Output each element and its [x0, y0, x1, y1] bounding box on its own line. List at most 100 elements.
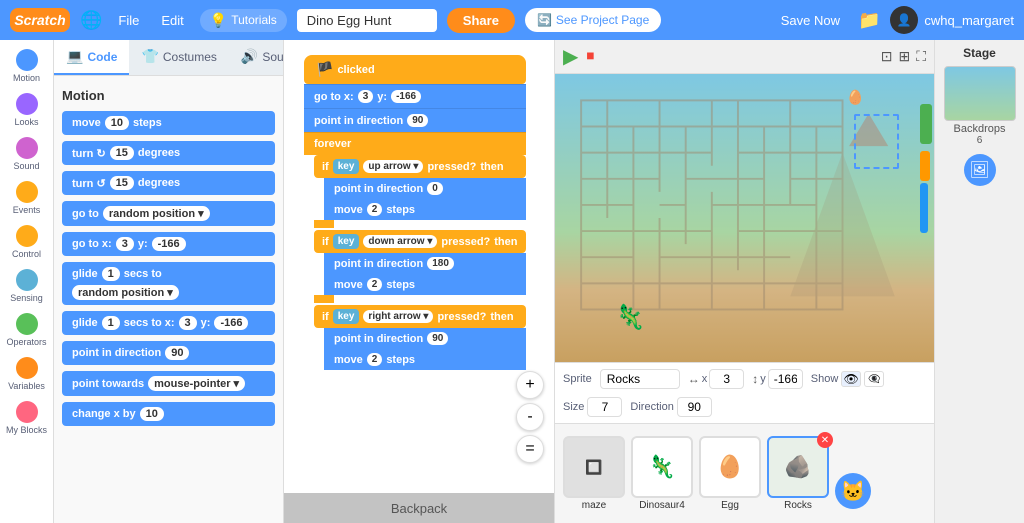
block-if-right[interactable]: if key right arrow ▾ pressed? then — [314, 305, 526, 328]
play-button[interactable]: ▶ — [563, 44, 578, 69]
block-glide-random[interactable]: glide 1 secs to random position ▾ — [62, 262, 275, 305]
sprite-item-rocks[interactable]: 🪨 ✕ Rocks — [767, 436, 829, 511]
looks-label: Looks — [14, 117, 38, 127]
backpack-bar[interactable]: Backpack — [284, 493, 554, 523]
sprite-item-maze[interactable]: 🔲 maze — [563, 436, 625, 511]
block-if-down[interactable]: if key down arrow ▾ pressed? then — [314, 230, 526, 253]
globe-icon[interactable]: 🌐 — [80, 10, 102, 31]
block-point-0[interactable]: point in direction 0 — [324, 178, 526, 199]
section-title: Motion — [62, 88, 275, 103]
show-label: Show — [811, 373, 839, 385]
dino-sprite: 🦎 — [615, 303, 645, 332]
block-goto-xy-script[interactable]: go to x: 3 y: -166 — [304, 84, 526, 108]
zoom-fit-button[interactable]: = — [516, 435, 544, 463]
sprite-label-maze: maze — [582, 500, 606, 511]
block-if-up[interactable]: if key up arrow ▾ pressed? then — [314, 155, 526, 178]
fullscreen-button[interactable]: ⛶ — [916, 48, 926, 65]
sprite-x-coord: ↔ x — [688, 369, 745, 389]
block-change-x[interactable]: change x by 10 — [62, 402, 275, 426]
y-value-input[interactable] — [768, 369, 803, 389]
zoom-out-button[interactable]: - — [516, 403, 544, 431]
add-backdrop-button[interactable]: 🖼 — [964, 154, 996, 186]
block-move[interactable]: move 10 steps — [62, 111, 275, 135]
sidebar-item-sensing[interactable]: Sensing — [1, 265, 53, 307]
variables-dot — [16, 357, 38, 379]
block-point-towards[interactable]: point towards mouse-pointer ▾ — [62, 371, 275, 396]
sidebar-item-events[interactable]: Events — [1, 177, 53, 219]
save-button[interactable]: Save Now — [781, 13, 840, 28]
events-dot — [16, 181, 38, 203]
events-label: Events — [13, 205, 41, 215]
stage-label: Stage — [963, 46, 996, 60]
show-hidden-button[interactable]: 👁‍🗨 — [864, 371, 884, 387]
folder-icon[interactable]: 📁 — [858, 10, 880, 31]
block-glide-xy[interactable]: glide 1 secs to x: 3 y: -166 — [62, 311, 275, 335]
stage-backdrop-thumbnail[interactable] — [944, 66, 1016, 121]
edit-menu[interactable]: Edit — [155, 11, 189, 30]
selection-box — [854, 114, 899, 169]
sprite-list: 🔲 maze 🦎 Dinosaur4 🥚 Egg 🪨 ✕ — [555, 423, 934, 523]
add-sprite-button[interactable]: 🐱 — [835, 473, 871, 509]
share-button[interactable]: Share — [447, 8, 515, 33]
sidebar-item-operators[interactable]: Operators — [1, 309, 53, 351]
sprite-img-maze: 🔲 — [563, 436, 625, 498]
block-goto-xy[interactable]: go to x: 3 y: -166 — [62, 232, 275, 256]
sprite-item-egg[interactable]: 🥚 Egg — [699, 436, 761, 511]
sidebar-item-variables[interactable]: Variables — [1, 353, 53, 395]
script-area: ☁ 🏴 clicked go to x: 3 y: -166 point in … — [284, 40, 554, 523]
sidebar-item-motion[interactable]: Motion — [1, 45, 53, 87]
variables-label: Variables — [8, 381, 45, 391]
block-move-2-up[interactable]: move 2 steps — [324, 199, 526, 220]
avatar: 👤 — [890, 6, 918, 34]
sprite-item-dinosaur4[interactable]: 🦎 Dinosaur4 — [631, 436, 693, 511]
block-when-flag-clicked[interactable]: 🏴 clicked — [304, 55, 526, 84]
sidebar-item-control[interactable]: Control — [1, 221, 53, 263]
operators-dot — [16, 313, 38, 335]
see-project-button[interactable]: 🔄 See Project Page — [525, 8, 661, 32]
sidebar-item-sound[interactable]: Sound — [1, 133, 53, 175]
project-name-input[interactable] — [297, 9, 437, 32]
small-stage-button[interactable]: ⊡ — [881, 48, 893, 65]
x-label: x — [702, 373, 708, 385]
code-panel: 💻 Code 👕 Costumes 🔊 Sounds Motion move 1… — [54, 40, 284, 523]
tab-code[interactable]: 💻 Code — [54, 40, 129, 75]
sidebar-item-myblocks[interactable]: My Blocks — [1, 397, 53, 439]
sprite-img-egg: 🥚 — [699, 436, 761, 498]
sprite-y-coord: ↕ y — [752, 369, 803, 389]
block-point-90[interactable]: point in direction 90 — [324, 328, 526, 349]
block-point-direction-script[interactable]: point in direction 90 — [304, 108, 526, 132]
block-forever[interactable]: forever — [304, 132, 526, 155]
block-point-direction[interactable]: point in direction 90 — [62, 341, 275, 365]
tutorials-btn[interactable]: 💡 Tutorials — [200, 9, 287, 32]
blocks-list: Motion move 10 steps turn ↻ 15 degrees t… — [54, 76, 283, 523]
script-group-main: 🏴 clicked go to x: 3 y: -166 point in di… — [304, 55, 526, 370]
tutorials-icon: 💡 — [210, 12, 227, 29]
stage-decorations — [920, 104, 932, 233]
x-value-input[interactable] — [709, 369, 744, 389]
see-project-label: See Project Page — [556, 13, 649, 27]
block-point-180[interactable]: point in direction 180 — [324, 253, 526, 274]
block-goto-random[interactable]: go to random position ▾ — [62, 201, 275, 226]
tab-costumes[interactable]: 👕 Costumes — [129, 40, 228, 75]
tab-costumes-label: Costumes — [163, 50, 217, 64]
scratch-logo[interactable]: Scratch — [10, 8, 70, 32]
user-menu[interactable]: 👤 cwhq_margaret — [890, 6, 1014, 34]
show-visible-button[interactable]: 👁 — [841, 371, 861, 387]
block-move-2-right[interactable]: move 2 steps — [324, 349, 526, 370]
myblocks-dot — [16, 401, 38, 423]
scratch-logo-text: Scratch — [14, 12, 65, 28]
zoom-in-button[interactable]: + — [516, 371, 544, 399]
stop-button[interactable]: ⏹ — [586, 48, 594, 66]
large-stage-button[interactable]: ⊞ — [898, 48, 910, 65]
block-turn-right[interactable]: turn ↻ 15 degrees — [62, 141, 275, 165]
direction-input[interactable] — [677, 397, 712, 417]
block-turn-left[interactable]: turn ↺ 15 degrees — [62, 171, 275, 195]
size-input[interactable] — [587, 397, 622, 417]
sidebar-item-looks[interactable]: Looks — [1, 89, 53, 131]
zoom-controls: + - = — [516, 371, 544, 463]
file-menu[interactable]: File — [112, 11, 145, 30]
sprite-delete-rocks[interactable]: ✕ — [817, 432, 833, 448]
block-move-2-down[interactable]: move 2 steps — [324, 274, 526, 295]
sprite-name-input[interactable] — [600, 369, 680, 389]
sprite-info-bar: Sprite ↔ x ↕ y Show 👁 👁‍🗨 Size — [555, 362, 934, 423]
